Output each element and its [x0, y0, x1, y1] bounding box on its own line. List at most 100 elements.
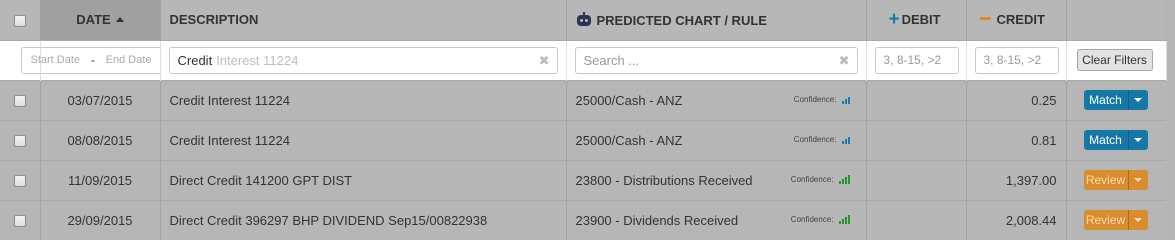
match-button[interactable]: Match: [1084, 90, 1128, 110]
description-filter-input[interactable]: Credit Interest 11224 ✖: [168, 46, 558, 74]
confidence-label: Confidence:: [793, 94, 837, 104]
confidence-indicator: Confidence:: [791, 214, 850, 224]
predicted-column-header[interactable]: PREDICTED CHART / RULE: [566, 0, 867, 41]
row-debit: [866, 199, 967, 240]
robot-icon: [576, 11, 592, 26]
confidence-bar: [841, 100, 844, 104]
confidence-label: Confidence:: [790, 174, 834, 184]
plus-icon: +: [888, 8, 900, 30]
row-select-cell: [0, 119, 41, 160]
review-split-button: Review: [1083, 210, 1148, 231]
confidence-bar: [844, 138, 847, 144]
row-debit: [866, 79, 967, 120]
date-separator: -: [90, 53, 95, 67]
signal-bars-icon: [838, 174, 850, 184]
date-header-label: DATE: [76, 12, 111, 28]
clear-filters-cell: Clear Filters: [1066, 40, 1167, 80]
date-range-filter[interactable]: Start Date - End Date: [20, 46, 162, 74]
row-description: Direct Credit 396297 BHP DIVIDEND Sep15/…: [160, 199, 567, 240]
confidence-bar: [847, 96, 850, 104]
review-split-button: Review: [1083, 170, 1148, 190]
row-select-cell: [0, 199, 41, 240]
debit-filter-input[interactable]: 3, 8-15, >2: [874, 46, 959, 74]
start-date-input[interactable]: Start Date: [31, 54, 81, 66]
confidence-bar: [838, 180, 841, 184]
table-row[interactable]: 29/09/2015 Direct Credit 396297 BHP DIVID…: [0, 199, 1166, 240]
date-column-header[interactable]: DATE: [40, 0, 161, 41]
row-date: 03/07/2015: [40, 79, 161, 120]
predicted-filter-cell: Search ... ✖: [566, 40, 867, 80]
description-autocomplete-hint: Interest 11224: [216, 52, 299, 68]
confidence-bar: [841, 218, 844, 224]
table-row[interactable]: 08/08/2015 Credit Interest 11224 25000/Cas…: [0, 119, 1166, 160]
dropdown-caret-icon[interactable]: [1127, 170, 1148, 190]
row-description: Credit Interest 11224: [160, 119, 567, 160]
clear-search-icon[interactable]: ✖: [839, 53, 850, 69]
transactions-table: DATE DESCRIPTION PREDICTED CHART / RULE …: [0, 0, 1167, 240]
debit-header-label: DEBIT: [901, 11, 941, 27]
debit-filter-cell: 3, 8-15, >2: [866, 40, 967, 80]
review-button[interactable]: Review: [1084, 210, 1128, 230]
confidence-bar: [841, 140, 844, 144]
row-date: 11/09/2015: [40, 159, 161, 200]
confidence-bar: [847, 174, 850, 184]
signal-bars-icon: [838, 214, 850, 224]
table-row[interactable]: 11/09/2015 Direct Credit 141200 GPT DIST 2…: [0, 159, 1166, 200]
select-all-checkbox[interactable]: [13, 14, 26, 27]
confidence-bar: [844, 216, 847, 224]
confidence-label: Confidence:: [793, 134, 837, 144]
credit-header-label: CREDIT: [996, 12, 1045, 28]
row-checkbox[interactable]: [13, 175, 26, 188]
row-description: Credit Interest 11224: [160, 79, 567, 120]
debit-column-header[interactable]: + DEBIT: [866, 0, 967, 41]
match-split-button: Match: [1083, 90, 1148, 110]
row-predicted-cell[interactable]: 25000/Cash - ANZ Confidence:: [566, 79, 867, 120]
row-checkbox[interactable]: [13, 135, 26, 148]
confidence-bar: [838, 220, 841, 224]
confidence-indicator: Confidence:: [790, 174, 850, 184]
table-row[interactable]: 03/07/2015 Credit Interest 11224 25000/Cas…: [0, 79, 1166, 120]
description-column-header[interactable]: DESCRIPTION: [160, 0, 567, 41]
row-action-cell: Review: [1066, 159, 1166, 200]
predicted-header-label: PREDICTED CHART / RULE: [596, 12, 767, 28]
end-date-input[interactable]: End Date: [106, 54, 152, 66]
row-credit: 0.81: [966, 119, 1067, 160]
match-button[interactable]: Match: [1084, 130, 1128, 150]
signal-bars-icon: [841, 95, 850, 104]
predicted-search-input[interactable]: Search ... ✖: [574, 46, 858, 74]
credit-filter-input[interactable]: 3, 8-15, >2: [974, 46, 1059, 74]
row-predicted-cell[interactable]: 23900 - Dividends Received Confidence:: [566, 199, 867, 240]
table-header: DATE DESCRIPTION PREDICTED CHART / RULE …: [0, 0, 1166, 41]
row-description: Direct Credit 141200 GPT DIST: [160, 159, 567, 200]
row-predicted-account: 23900 - Dividends Received: [575, 212, 739, 228]
row-action-cell: Review: [1066, 199, 1166, 240]
minus-icon: [979, 17, 991, 21]
confidence-bar: [847, 214, 850, 224]
confidence-bar: [844, 98, 847, 104]
row-predicted-account: 23800 - Distributions Received: [575, 172, 753, 188]
credit-filter-cell: 3, 8-15, >2: [966, 40, 1067, 80]
match-split-button: Match: [1083, 130, 1148, 150]
dropdown-caret-icon[interactable]: [1127, 210, 1148, 231]
search-placeholder: Search ...: [583, 52, 640, 68]
row-select-cell: [0, 79, 41, 120]
clear-filters-button[interactable]: Clear Filters: [1076, 49, 1153, 71]
signal-bars-icon: [841, 135, 850, 144]
description-header-label: DESCRIPTION: [169, 12, 259, 28]
confidence-bar: [844, 176, 847, 184]
row-debit: [866, 159, 967, 200]
row-predicted-account: 25000/Cash - ANZ: [575, 92, 683, 108]
dropdown-caret-icon[interactable]: [1127, 90, 1148, 110]
row-credit: 0.25: [966, 79, 1067, 120]
row-checkbox[interactable]: [13, 95, 26, 108]
row-predicted-cell[interactable]: 23800 - Distributions Received Confidence…: [566, 159, 867, 200]
row-checkbox[interactable]: [13, 215, 26, 228]
confidence-indicator: Confidence:: [794, 135, 850, 144]
filter-row: Start Date - End Date Credit Interest 112…: [0, 40, 1167, 80]
dropdown-caret-icon[interactable]: [1127, 130, 1148, 150]
credit-column-header[interactable]: CREDIT: [966, 0, 1067, 41]
clear-description-icon[interactable]: ✖: [539, 53, 550, 69]
row-predicted-cell[interactable]: 25000/Cash - ANZ Confidence:: [566, 119, 867, 160]
row-predicted-account: 25000/Cash - ANZ: [575, 132, 683, 148]
review-button[interactable]: Review: [1084, 170, 1128, 190]
